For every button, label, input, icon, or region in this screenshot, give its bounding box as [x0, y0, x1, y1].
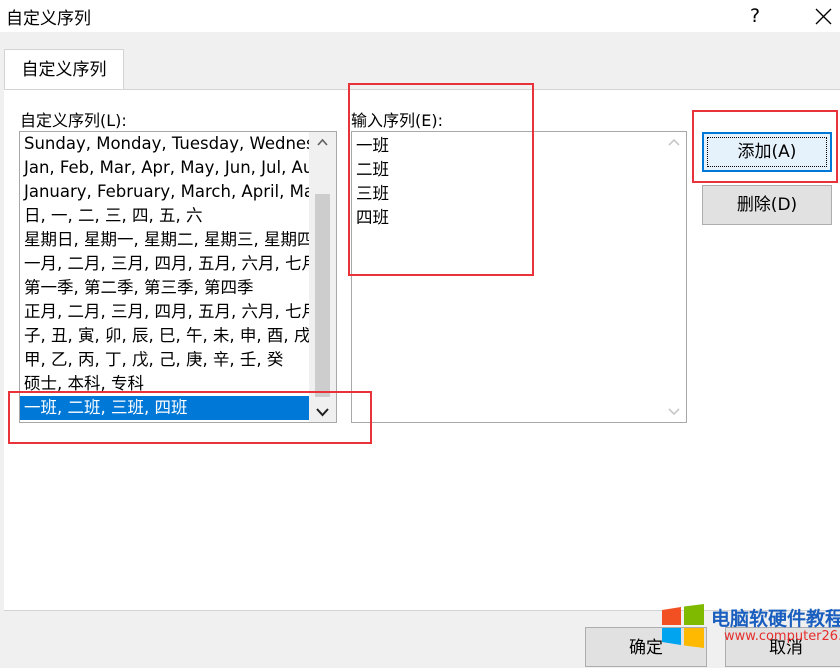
input-line: 四班 — [356, 208, 389, 227]
scroll-up-button[interactable] — [662, 132, 686, 152]
input-sequence-textarea[interactable]: 一班 二班 三班 四班 — [351, 131, 687, 423]
watermark: 电脑软硬件教程网 www.computer26.com — [638, 600, 840, 661]
scroll-down-button[interactable] — [662, 402, 686, 422]
list-item[interactable]: 一月, 二月, 三月, 四月, 五月, 六月, 七月, 八月, 九月, 十月, … — [20, 252, 309, 276]
scroll-thumb[interactable] — [315, 194, 330, 397]
custom-lists-listbox[interactable]: Sunday, Monday, Tuesday, Wednesday, Thur… — [19, 131, 337, 423]
custom-lists-items: Sunday, Monday, Tuesday, Wednesday, Thur… — [20, 132, 309, 422]
close-button[interactable] — [808, 2, 838, 30]
chevron-up-icon — [317, 138, 328, 146]
chevron-up-icon — [668, 138, 680, 146]
list-item[interactable]: 日, 一, 二, 三, 四, 五, 六 — [20, 204, 309, 228]
input-sequence-scrollbar[interactable] — [662, 132, 686, 422]
input-line: 二班 — [356, 160, 389, 179]
delete-button-label: 删除(D) — [736, 195, 798, 215]
list-item[interactable]: 甲, 乙, 丙, 丁, 戊, 己, 庚, 辛, 壬, 癸 — [20, 348, 309, 372]
list-item[interactable]: Jan, Feb, Mar, Apr, May, Jun, Jul, Aug, … — [20, 156, 309, 180]
chevron-down-icon — [316, 408, 329, 417]
tab-custom-lists[interactable]: 自定义序列 — [4, 49, 124, 90]
input-sequence-label: 输入序列(E): — [351, 111, 443, 130]
close-icon — [815, 8, 832, 25]
list-item[interactable]: Sunday, Monday, Tuesday, Wednesday, Thur… — [20, 132, 309, 156]
list-item[interactable]: 星期日, 星期一, 星期二, 星期三, 星期四, 星期五, 星期六 — [20, 228, 309, 252]
input-line: 三班 — [356, 184, 389, 203]
scroll-down-button[interactable] — [309, 402, 336, 422]
delete-button[interactable]: 删除(D) — [702, 185, 832, 225]
scroll-up-button[interactable] — [309, 132, 336, 152]
custom-lists-scrollbar[interactable] — [309, 132, 336, 422]
list-item[interactable]: 子, 丑, 寅, 卯, 辰, 巳, 午, 未, 申, 酉, 戌, 亥 — [20, 324, 309, 348]
watermark-url: www.computer26.com — [724, 629, 840, 644]
add-button[interactable]: 添加(A) — [702, 132, 832, 172]
list-item[interactable]: 第一季, 第二季, 第三季, 第四季 — [20, 276, 309, 300]
help-icon: ? — [749, 5, 761, 27]
chevron-down-icon — [668, 408, 680, 416]
list-item[interactable]: 硕士, 本科, 专科 — [20, 372, 309, 396]
windows-logo-icon — [662, 604, 704, 648]
help-button[interactable]: ? — [740, 2, 770, 30]
list-item[interactable]: January, February, March, April, May, Ju… — [20, 180, 309, 204]
window-title: 自定义序列 — [6, 9, 91, 29]
custom-lists-label: 自定义序列(L): — [20, 111, 127, 130]
add-button-label: 添加(A) — [737, 142, 797, 162]
list-item[interactable]: 一班, 二班, 三班, 四班 — [20, 396, 309, 420]
title-bar: 自定义序列 ? — [0, 0, 840, 32]
input-line: 一班 — [356, 136, 389, 155]
list-item[interactable]: 正月, 二月, 三月, 四月, 五月, 六月, 七月, 八月, 九月, 十月, … — [20, 300, 309, 324]
watermark-title: 电脑软硬件教程网 — [711, 608, 840, 630]
